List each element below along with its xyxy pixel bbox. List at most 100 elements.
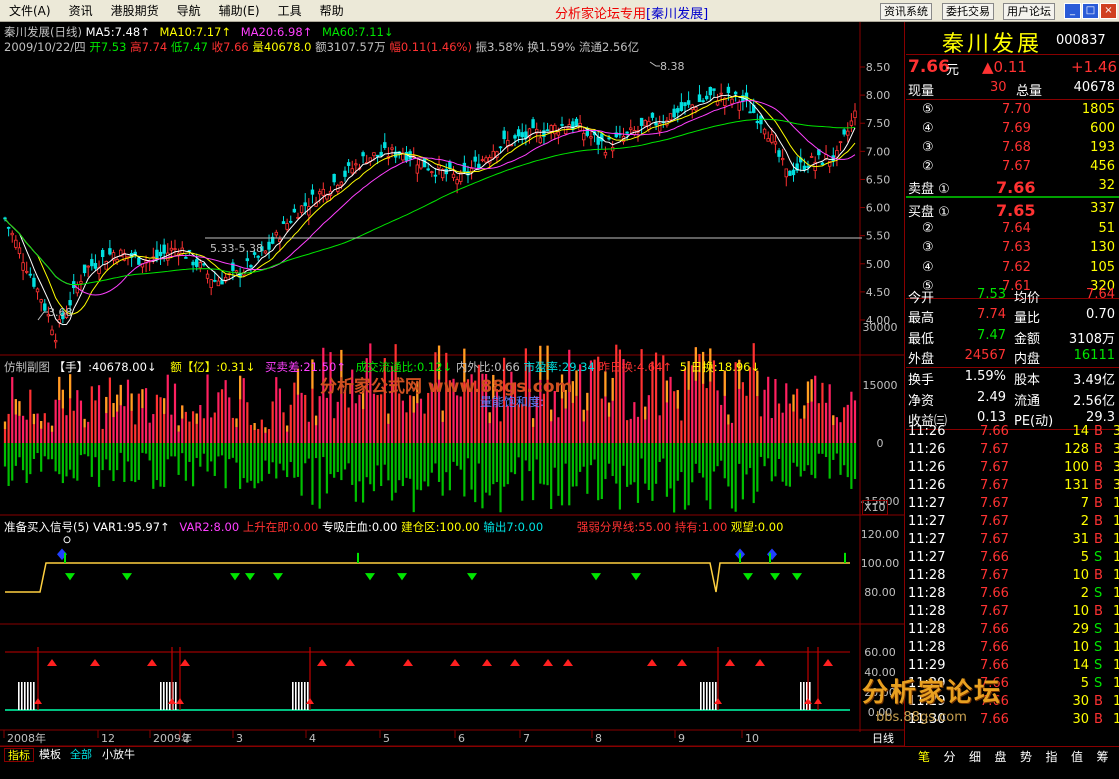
candle-body	[820, 162, 825, 166]
vol-bar-down	[640, 443, 643, 459]
view-icon-7[interactable]: 筹	[1091, 748, 1115, 764]
view-icon-2[interactable]: 细	[963, 748, 987, 764]
trade-button[interactable]: 委托交易	[942, 3, 994, 20]
tick-count: 1	[1113, 496, 1119, 511]
candle-body	[455, 179, 459, 185]
vol-bar-up	[517, 404, 520, 443]
tick-side: S	[1094, 640, 1103, 655]
view-icon-0[interactable]: 笔	[912, 748, 936, 764]
candle-body	[668, 113, 673, 121]
vol-bar-down	[231, 443, 234, 458]
vol-bar-cap	[727, 414, 730, 425]
red-triangle-icon	[90, 659, 100, 666]
news-system-button[interactable]: 资讯系统	[880, 3, 932, 20]
vol-bar-up	[159, 397, 162, 443]
stat-value: 29.3	[1086, 410, 1115, 425]
menu-navigate[interactable]: 导航	[168, 2, 210, 19]
view-icon-6[interactable]: 值	[1065, 748, 1089, 764]
candle-body	[679, 102, 684, 112]
low-label: 低7.47	[170, 40, 208, 54]
red-triangle-icon	[823, 659, 833, 666]
price-ytick-label: 6.00	[866, 202, 891, 215]
xaxis-label: 10	[745, 732, 759, 745]
candle-body	[299, 205, 304, 214]
tick-volume: 31	[1072, 532, 1089, 547]
view-icon-1[interactable]: 分	[938, 748, 962, 764]
sell-level-label: ③	[922, 140, 934, 155]
menu-tools[interactable]: 工具	[269, 2, 311, 19]
vol-bar-up	[278, 388, 281, 443]
vol-bar-up	[260, 419, 263, 443]
open-label: 开7.53	[89, 40, 127, 54]
tab-indicator[interactable]: 指标	[4, 748, 34, 762]
xaxis-label: 6	[458, 732, 465, 745]
tab-all[interactable]: 全部	[67, 748, 95, 762]
view-icon-4[interactable]: 势	[1014, 748, 1038, 764]
tab-xiaofangniu[interactable]: 小放牛	[99, 748, 138, 762]
red-triangle-icon	[403, 659, 413, 666]
x10-button[interactable]: X10	[862, 500, 888, 515]
vol-bar-cap	[665, 380, 669, 403]
sub2-ytick-label: 100.00	[861, 557, 900, 570]
sell-row-3: ③ 7.68 193	[906, 140, 1119, 160]
stat-value: 16111	[1073, 348, 1115, 364]
menu-help[interactable]: 帮助	[311, 2, 353, 19]
menu-news[interactable]: 资讯	[60, 2, 102, 19]
menu-hk-futures[interactable]: 港股期货	[102, 2, 168, 19]
candle-body	[571, 121, 575, 130]
vol-bar-down	[712, 443, 716, 472]
vol-bar-up	[36, 413, 39, 443]
vol-bar-down	[260, 443, 263, 482]
chart-area[interactable]: 8.50 8.00 7.50 7.00 6.50 6.00 5.50 5.00 4.50 4.00…	[0, 22, 905, 746]
vol-bar-down	[311, 443, 314, 505]
vol-bar-down	[336, 443, 339, 473]
close-icon[interactable]: ×	[1100, 3, 1117, 19]
vol-bar-down	[452, 443, 455, 462]
down-arrow-icon	[397, 573, 407, 581]
buy-row-1: 买盘 ① 7.65 337	[906, 201, 1119, 221]
view-icon-5[interactable]: 指	[1040, 748, 1064, 764]
candle-body	[50, 329, 54, 336]
candle-body	[202, 263, 206, 266]
sub2-signal-line	[5, 562, 850, 593]
vol-bar-down	[347, 443, 350, 464]
candle-body	[553, 124, 557, 135]
vol-bar-down	[564, 443, 567, 464]
tick-time: 11:26	[908, 478, 946, 493]
vol-bar-up	[763, 389, 766, 443]
candle-body	[686, 100, 691, 105]
menu-assist[interactable]: 辅助(E)	[210, 2, 269, 19]
menu-file[interactable]: 文件(A)	[0, 2, 60, 19]
tick-count: 1	[1113, 568, 1119, 583]
sub2-var2: VAR2:8.00	[179, 520, 240, 534]
down-arrow-icon	[122, 573, 132, 581]
sell-price: 7.69	[1002, 121, 1031, 136]
minimize-icon[interactable]: _	[1064, 3, 1081, 19]
candle-body	[68, 300, 72, 306]
tab-template[interactable]: 模板	[36, 748, 64, 762]
view-icon-3[interactable]: 盘	[989, 748, 1013, 764]
forum-button[interactable]: 用户论坛	[1003, 3, 1055, 20]
candle-body	[292, 208, 297, 213]
vol-bar-up	[459, 396, 462, 443]
maximize-icon[interactable]: □	[1082, 3, 1099, 19]
red-triangle-icon	[543, 659, 553, 666]
vol-bar-down	[304, 443, 307, 464]
down-arrow-icon	[467, 573, 477, 581]
vol-bar-up	[835, 417, 839, 443]
vol-bar-up	[7, 413, 10, 443]
vol-bar-down	[398, 443, 401, 481]
tick-side: B	[1094, 460, 1103, 475]
white-bar	[18, 682, 20, 710]
vol-bar-down	[853, 443, 857, 480]
sell-row-4: ④ 7.69 600	[906, 121, 1119, 141]
vol-bar-down	[134, 443, 137, 483]
vol-bar-up	[557, 417, 560, 443]
candle-body	[524, 131, 528, 139]
vol-bar-down	[676, 443, 679, 481]
vol-bar-down	[517, 443, 520, 458]
stat-label: 最高	[908, 311, 935, 327]
tick-side: B	[1094, 442, 1103, 457]
vol-bar-up	[137, 393, 140, 443]
vol-bar-cap	[810, 379, 813, 402]
